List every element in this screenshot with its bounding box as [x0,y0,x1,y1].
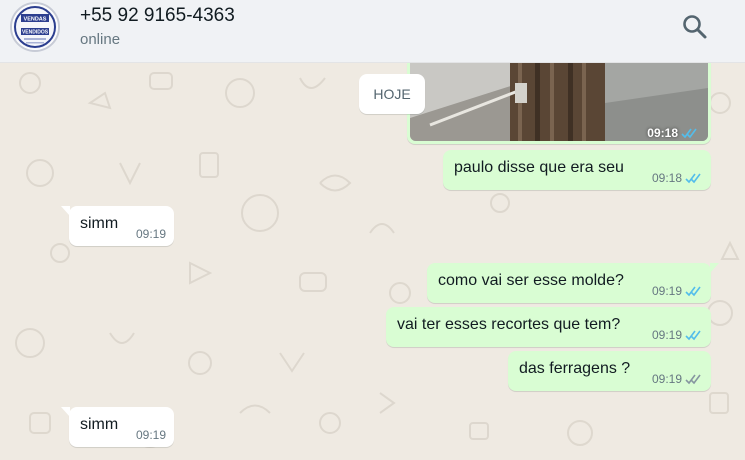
message-meta: 09:19 [136,227,166,241]
message-time: 09:18 [651,171,682,185]
message-bubble-incoming[interactable]: simm 09:19 [61,206,174,246]
image-message-meta: 09:18 [647,126,699,140]
contact-avatar[interactable]: VENDAS VENDIDOS [10,2,60,52]
message-time: 09:19 [135,227,166,241]
message-bubble-outgoing[interactable]: das ferragens ? 09:19 [508,351,711,391]
contact-status: online [80,31,121,48]
svg-text:VENDAS: VENDAS [24,17,47,23]
search-button[interactable] [680,12,710,42]
bubble-tail [61,206,70,216]
message-meta: 09:19 [652,284,703,298]
double-check-icon [685,374,701,384]
message-text: simm [80,215,119,232]
image-message[interactable]: 09:18 [407,63,711,144]
date-divider: HOJE [359,74,425,114]
chat-area[interactable]: 09:18 HOJE paulo disse que era seu 09:18… [0,63,745,460]
bubble-tail [61,407,70,417]
message-meta: 09:19 [652,328,703,342]
message-bubble-outgoing[interactable]: como vai ser esse molde? 09:19 [427,263,719,303]
bubble-tail [710,263,719,273]
message-time: 09:19 [651,372,682,386]
message-text: simm [80,416,119,433]
message-time: 09:19 [651,284,682,298]
double-check-icon [685,330,701,340]
message-text: paulo disse que era seu [454,159,624,176]
message-bubble-outgoing[interactable]: vai ter esses recortes que tem? 09:19 [386,307,711,347]
message-text: como vai ser esse molde? [438,272,624,289]
contact-name[interactable]: +55 92 9165-4363 [80,5,235,27]
message-text: das ferragens ? [519,360,631,377]
message-bubble-incoming[interactable]: simm 09:19 [61,407,174,447]
chat-header: VENDAS VENDIDOS +55 92 9165-4363 online [0,0,745,63]
double-check-icon [685,286,701,296]
search-icon [683,15,707,39]
avatar-logo: VENDAS VENDIDOS [13,5,57,49]
double-check-icon [685,173,701,183]
message-time: 09:19 [651,328,682,342]
message-bubble-outgoing[interactable]: paulo disse que era seu 09:18 [443,150,711,190]
message-meta: 09:19 [136,428,166,442]
message-text: vai ter esses recortes que tem? [397,316,621,333]
message-meta: 09:18 [652,171,703,185]
message-meta: 09:19 [652,372,703,386]
message-time: 09:19 [135,428,166,442]
message-time: 09:18 [647,126,678,140]
svg-text:VENDIDOS: VENDIDOS [22,30,49,36]
double-check-icon [681,128,697,138]
